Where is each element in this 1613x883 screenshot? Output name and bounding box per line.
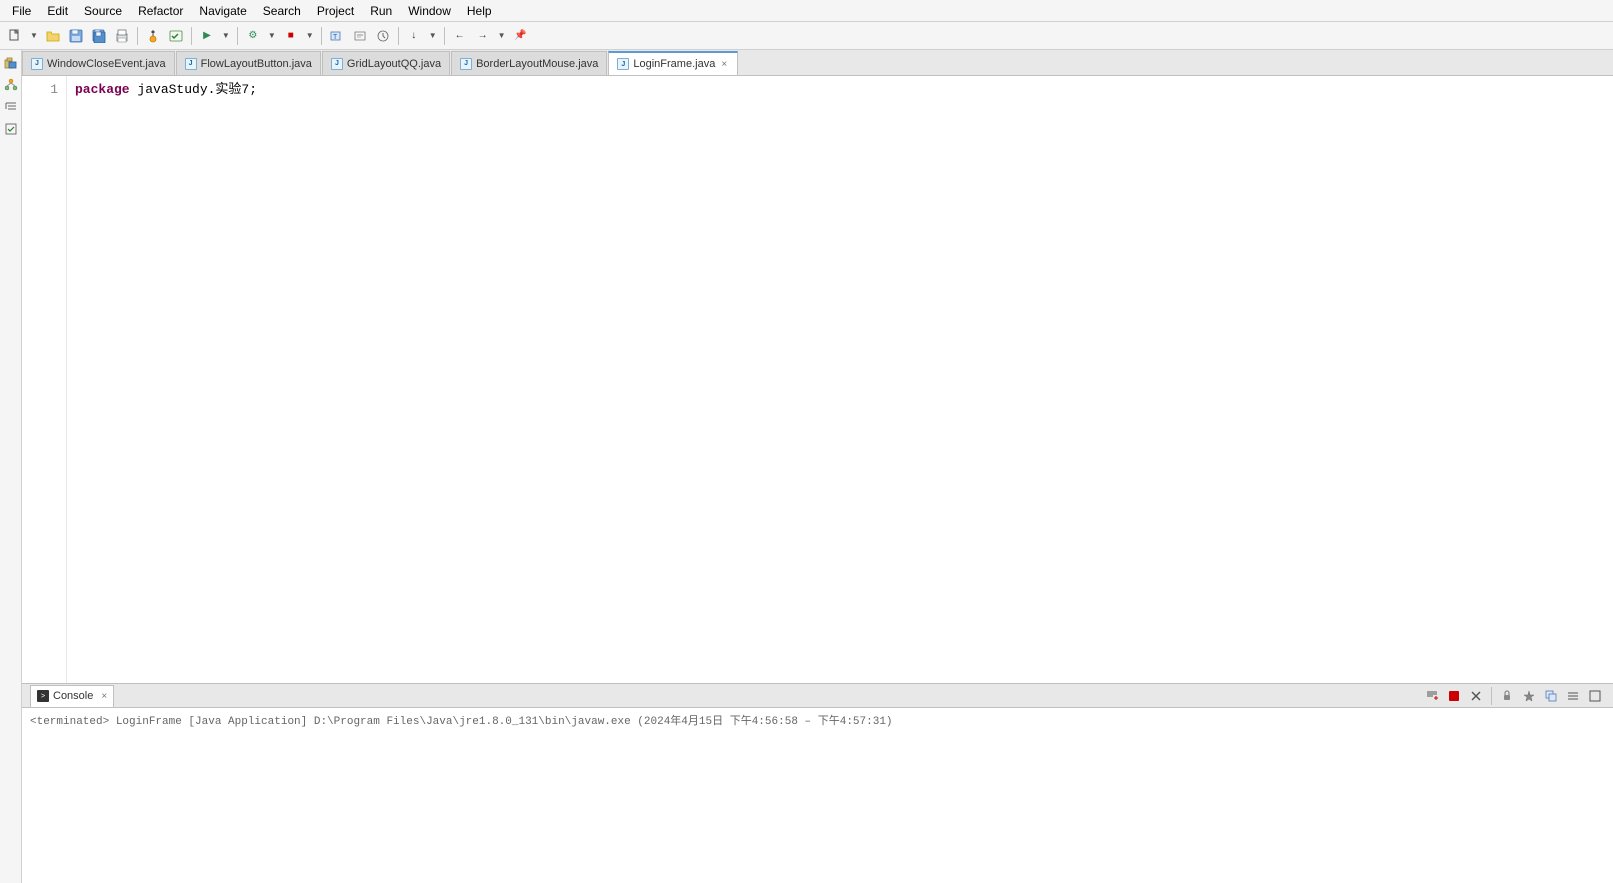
- terminated-message: <terminated> LoginFrame [Java Applicatio…: [30, 716, 893, 728]
- tab-borderlayoutmouse[interactable]: J BorderLayoutMouse.java: [451, 51, 607, 75]
- menu-source[interactable]: Source: [76, 2, 130, 20]
- new-button[interactable]: [4, 25, 26, 47]
- coverage-button[interactable]: [165, 25, 187, 47]
- menu-refactor[interactable]: Refactor: [130, 2, 191, 20]
- run2-button[interactable]: ⚙: [242, 25, 264, 47]
- nav-dropdown-arrow: ▼: [498, 31, 506, 40]
- tab-close-button[interactable]: ×: [719, 58, 729, 71]
- run-dropdown-arrow: ▼: [222, 31, 230, 40]
- sep6: [444, 27, 445, 45]
- sidebar-package-explorer[interactable]: [2, 54, 20, 72]
- sep2: [191, 27, 192, 45]
- tab-gridlayoutqq[interactable]: J GridLayoutQQ.java: [322, 51, 450, 75]
- view-menu-button[interactable]: [1563, 686, 1583, 706]
- console-area: > Console ×: [22, 683, 1613, 883]
- forward-button[interactable]: →: [472, 25, 494, 47]
- last-edit-button[interactable]: [372, 25, 394, 47]
- new-dropdown[interactable]: ▼: [27, 25, 41, 47]
- console-toolbar: [1422, 686, 1605, 706]
- menu-project[interactable]: Project: [309, 2, 362, 20]
- menu-navigate[interactable]: Navigate: [191, 2, 254, 20]
- toolbar: ▼ ▶ ▼ ⚙ ▼ ■ ▼ T ↓ ▼: [0, 22, 1613, 50]
- debug-button[interactable]: [142, 25, 164, 47]
- annotation-dropdown[interactable]: ▼: [426, 25, 440, 47]
- code-line-1: package javaStudy.实验7;: [75, 80, 1605, 101]
- editor-container: J WindowCloseEvent.java J FlowLayoutButt…: [22, 50, 1613, 883]
- sidebar-outline[interactable]: [2, 98, 20, 116]
- line-numbers: 1: [22, 76, 67, 683]
- console-tab-close[interactable]: ×: [101, 691, 107, 702]
- new-dropdown-arrow: ▼: [30, 31, 38, 40]
- tab-label: LoginFrame.java: [633, 58, 715, 70]
- sep5: [398, 27, 399, 45]
- stop-dropdown-arrow: ▼: [306, 31, 314, 40]
- menu-bar: File Edit Source Refactor Navigate Searc…: [0, 0, 1613, 22]
- sep1: [137, 27, 138, 45]
- code-content[interactable]: package javaStudy.实验7;: [67, 76, 1613, 683]
- nav-dropdown[interactable]: ▼: [495, 25, 509, 47]
- menu-file[interactable]: File: [4, 2, 39, 20]
- java-file-icon: J: [331, 58, 343, 70]
- tab-label: WindowCloseEvent.java: [47, 58, 166, 70]
- open-resource-button[interactable]: [349, 25, 371, 47]
- run-dropdown[interactable]: ▼: [219, 25, 233, 47]
- tab-flowlayoutbutton[interactable]: J FlowLayoutButton.java: [176, 51, 321, 75]
- java-file-icon: J: [617, 58, 629, 70]
- run2-dropdown-arrow: ▼: [268, 31, 276, 40]
- console-body[interactable]: <terminated> LoginFrame [Java Applicatio…: [22, 708, 1613, 883]
- menu-window[interactable]: Window: [400, 2, 459, 20]
- keyword-package: package: [75, 82, 130, 97]
- tab-windowcloseevent[interactable]: J WindowCloseEvent.java: [22, 51, 175, 75]
- sidebar-task[interactable]: [2, 120, 20, 138]
- sidebar-hierarchy[interactable]: [2, 76, 20, 94]
- open-type-button[interactable]: T: [326, 25, 348, 47]
- sep4: [321, 27, 322, 45]
- tabs-bar: J WindowCloseEvent.java J FlowLayoutButt…: [22, 50, 1613, 76]
- console-header: > Console ×: [22, 684, 1613, 708]
- open-button[interactable]: [42, 25, 64, 47]
- code-editor[interactable]: 1 package javaStudy.实验7;: [22, 76, 1613, 683]
- stop-console-button[interactable]: [1444, 686, 1464, 706]
- print-button[interactable]: [111, 25, 133, 47]
- pin-console-button[interactable]: [1519, 686, 1539, 706]
- run2-dropdown[interactable]: ▼: [265, 25, 279, 47]
- annotation-dropdown-arrow: ▼: [429, 31, 437, 40]
- scroll-lock-button[interactable]: [1497, 686, 1517, 706]
- tab-label: GridLayoutQQ.java: [347, 58, 441, 70]
- menu-search[interactable]: Search: [255, 2, 309, 20]
- menu-run[interactable]: Run: [362, 2, 400, 20]
- console-title: Console: [53, 690, 93, 702]
- back-button[interactable]: ←: [449, 25, 471, 47]
- console-icon: >: [37, 690, 49, 702]
- java-file-icon: J: [31, 58, 43, 70]
- menu-help[interactable]: Help: [459, 2, 500, 20]
- tab-label: BorderLayoutMouse.java: [476, 58, 598, 70]
- run-button[interactable]: ▶: [196, 25, 218, 47]
- stop-button[interactable]: ■: [280, 25, 302, 47]
- clear-console-button[interactable]: [1422, 686, 1442, 706]
- java-file-icon: J: [460, 58, 472, 70]
- remove-console-button[interactable]: [1466, 686, 1486, 706]
- sep3: [237, 27, 238, 45]
- save-button[interactable]: [65, 25, 87, 47]
- menu-edit[interactable]: Edit: [39, 2, 76, 20]
- console-sep1: [1491, 687, 1492, 705]
- main-layout: J WindowCloseEvent.java J FlowLayoutButt…: [0, 50, 1613, 883]
- tab-loginframe[interactable]: J LoginFrame.java ×: [608, 51, 738, 75]
- save-all-button[interactable]: [88, 25, 110, 47]
- line-number: 1: [26, 80, 58, 101]
- pin-button[interactable]: 📌: [510, 25, 532, 47]
- package-name: javaStudy.实验7;: [137, 82, 257, 97]
- left-sidebar: [0, 50, 22, 883]
- stop-dropdown[interactable]: ▼: [303, 25, 317, 47]
- tab-label: FlowLayoutButton.java: [201, 58, 312, 70]
- next-annotation-button[interactable]: ↓: [403, 25, 425, 47]
- console-tab[interactable]: > Console ×: [30, 685, 114, 707]
- java-file-icon: J: [185, 58, 197, 70]
- maximize-button[interactable]: [1585, 686, 1605, 706]
- new-console-button[interactable]: [1541, 686, 1561, 706]
